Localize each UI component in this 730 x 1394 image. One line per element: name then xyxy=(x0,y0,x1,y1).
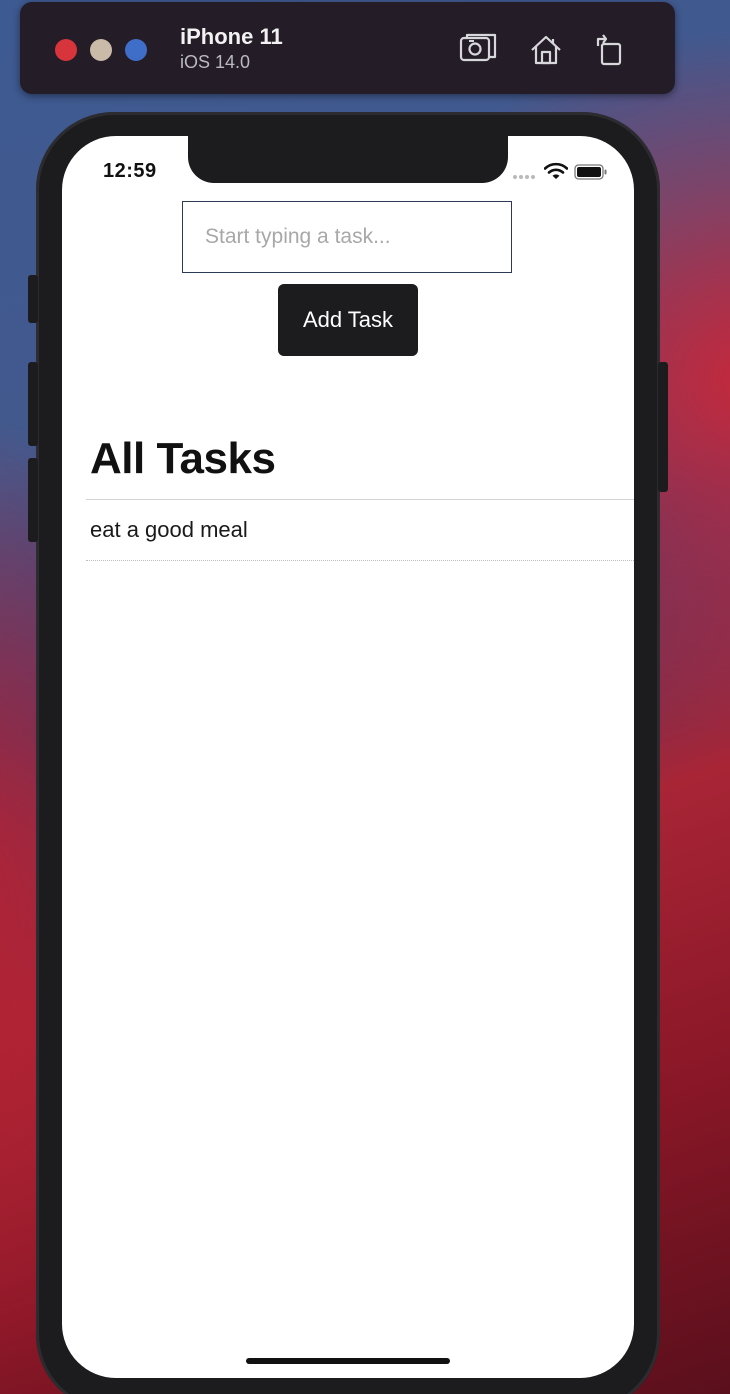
device-screen: 12:59 Add Task All Tasks eat a good meal xyxy=(62,136,634,1378)
task-list: eat a good meal xyxy=(86,499,634,561)
close-window-button[interactable] xyxy=(55,39,77,61)
task-input[interactable] xyxy=(182,201,512,273)
rotate-icon[interactable] xyxy=(590,30,630,70)
notch xyxy=(188,136,508,183)
add-task-button[interactable]: Add Task xyxy=(278,284,418,356)
screenshot-icon[interactable] xyxy=(458,30,498,70)
device-os-version: iOS 14.0 xyxy=(180,52,251,72)
wifi-icon xyxy=(544,162,568,179)
volume-down-button[interactable] xyxy=(28,458,38,542)
simulator-toolbar: iPhone 11 iOS 14.0 xyxy=(20,2,675,94)
battery-icon xyxy=(574,164,607,180)
status-time: 12:59 xyxy=(103,160,157,182)
power-button[interactable] xyxy=(658,362,668,492)
minimize-window-button[interactable] xyxy=(90,39,112,61)
task-item[interactable]: eat a good meal xyxy=(86,500,634,561)
cellular-signal-icon xyxy=(513,175,537,179)
volume-up-button[interactable] xyxy=(28,362,38,446)
status-icons xyxy=(510,162,614,182)
device-name: iPhone 11 xyxy=(180,24,283,49)
home-indicator[interactable] xyxy=(246,1358,450,1364)
home-icon[interactable] xyxy=(526,30,566,70)
all-tasks-heading: All Tasks xyxy=(90,434,276,483)
zoom-window-button[interactable] xyxy=(125,39,147,61)
mute-switch[interactable] xyxy=(28,275,38,323)
